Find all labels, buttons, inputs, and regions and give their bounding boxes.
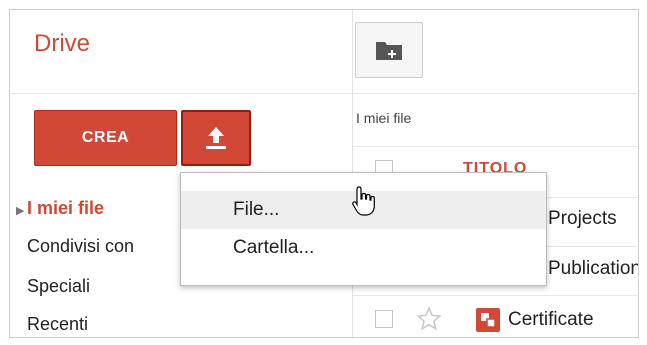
sidebar-item-starred[interactable]: Speciali: [27, 276, 90, 297]
menu-item-folder[interactable]: Cartella...: [181, 229, 546, 267]
sidebar-item-shared[interactable]: Condivisi con: [27, 236, 134, 257]
drive-window: Drive CREA ▶ I miei file Condivisi con S…: [9, 9, 639, 338]
row-divider: [353, 146, 638, 147]
row-name-publications[interactable]: Publications: [548, 258, 638, 280]
header-divider-right: [353, 93, 638, 94]
header-divider: [10, 93, 352, 94]
upload-menu: File... Cartella...: [180, 172, 547, 286]
sidebar-item-recent[interactable]: Recenti: [27, 314, 88, 335]
row-name-certificate[interactable]: Certificate: [508, 309, 594, 331]
upload-icon: [206, 127, 226, 149]
row-divider: [353, 295, 638, 296]
row-checkbox[interactable]: [375, 310, 393, 328]
new-folder-button[interactable]: [355, 22, 423, 78]
sidebar-item-my-files[interactable]: I miei file: [27, 198, 104, 219]
new-folder-icon: [376, 42, 402, 60]
expand-caret-icon[interactable]: ▶: [16, 204, 24, 217]
row-name-projects[interactable]: Projects: [548, 208, 617, 230]
document-icon: [476, 308, 500, 332]
section-label: I miei file: [356, 110, 412, 126]
star-icon[interactable]: [416, 306, 442, 332]
upload-button[interactable]: [181, 110, 251, 166]
app-title: Drive: [34, 30, 91, 57]
hand-cursor-icon: [352, 186, 375, 216]
create-button[interactable]: CREA: [34, 110, 177, 166]
